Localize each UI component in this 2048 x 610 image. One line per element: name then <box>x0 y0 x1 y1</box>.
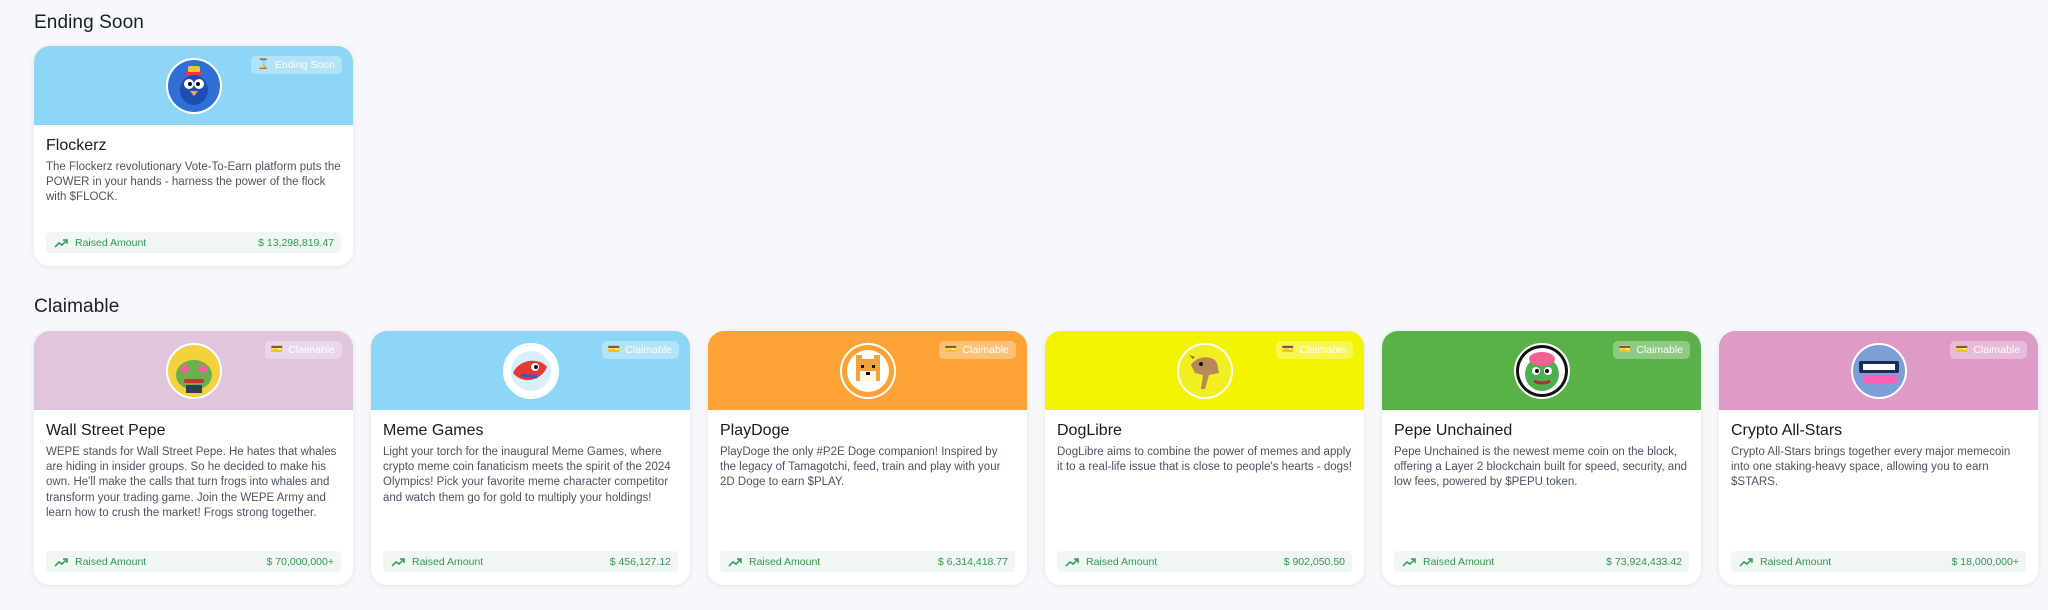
raised-amount-label: Raised Amount <box>1760 555 1832 568</box>
status-badge: 💳 Claimable <box>1612 341 1690 359</box>
raised-amount-label: Raised Amount <box>1086 555 1158 568</box>
wallet-icon: 💳 <box>944 344 958 355</box>
card-description: Pepe Unchained is the newest meme coin o… <box>1394 446 1687 489</box>
wallet-icon: 💳 <box>1955 344 1969 355</box>
project-card-flockerz-bird[interactable]: ⌛ Ending Soon Flockerz The Flockerz revo… <box>34 46 353 266</box>
raised-amount-label: Raised Amount <box>75 555 147 568</box>
card-description: Crypto All-Stars brings together every m… <box>1731 446 2011 489</box>
raised-amount-label: Raised Amount <box>412 555 484 568</box>
raised-amount-value: $ 18,000,000+ <box>1951 555 2019 568</box>
status-badge: ⌛ Ending Soon <box>251 56 342 74</box>
card-banner: 💳 Claimable <box>1719 331 2038 410</box>
raised-amount-bar: Raised Amount $ 456,127.12 <box>383 551 678 572</box>
wallet-icon: 💳 <box>1618 344 1632 355</box>
meme-games-logo <box>502 342 559 399</box>
project-card-pepe-unchained[interactable]: 💳 Claimable Pepe Unchained Pepe Unchaine… <box>1382 331 1701 585</box>
section-title-claimable: Claimable <box>34 296 120 317</box>
status-badge-label: Claimable <box>288 344 335 356</box>
card-banner: 💳 Claimable <box>1045 331 1364 410</box>
card-description: PlayDoge the only #P2E Doge companion! I… <box>720 446 1001 489</box>
card-title: DogLibre <box>1057 422 1122 439</box>
raised-amount-bar: Raised Amount $ 13,298,819.47 <box>46 232 341 253</box>
raised-amount-label: Raised Amount <box>75 236 147 249</box>
trending-up-icon <box>1402 557 1416 567</box>
status-badge-label: Claimable <box>1636 344 1683 356</box>
status-badge-label: Claimable <box>962 344 1009 356</box>
trending-up-icon <box>54 557 68 567</box>
status-badge-label: Claimable <box>625 344 672 356</box>
wallet-icon: 💳 <box>1281 344 1295 355</box>
wallet-icon: 💳 <box>607 344 621 355</box>
ending-soon-row: ⌛ Ending Soon Flockerz The Flockerz revo… <box>34 46 353 266</box>
raised-amount-value: $ 6,314,418.77 <box>937 555 1008 568</box>
raised-amount-bar: Raised Amount $ 902,050.50 <box>1057 551 1352 572</box>
raised-amount-bar: Raised Amount $ 18,000,000+ <box>1731 551 2026 572</box>
project-card-doglibre[interactable]: 💳 Claimable DogLibre DogLibre aims to co… <box>1045 331 1364 585</box>
wallet-icon: 💳 <box>270 344 284 355</box>
raised-amount-value: $ 13,298,819.47 <box>258 236 334 249</box>
hourglass-icon: ⌛ <box>257 59 270 70</box>
status-badge-label: Ending Soon <box>274 59 335 71</box>
card-title: Flockerz <box>46 137 107 154</box>
status-badge: 💳 Claimable <box>264 341 342 359</box>
trending-up-icon <box>728 557 742 567</box>
raised-amount-label: Raised Amount <box>1423 555 1495 568</box>
card-title: Crypto All-Stars <box>1731 422 1843 439</box>
raised-amount-label: Raised Amount <box>749 555 821 568</box>
raised-amount-value: $ 73,924,433.42 <box>1606 555 1682 568</box>
project-card-crypto-all-stars[interactable]: 💳 Claimable Crypto All-Stars Crypto All-… <box>1719 331 2038 585</box>
claimable-row: 💳 Claimable Wall Street Pepe WEPE stands… <box>34 331 2038 585</box>
card-banner: 💳 Claimable <box>34 331 353 410</box>
status-badge-label: Claimable <box>1299 344 1346 356</box>
trending-up-icon <box>1065 557 1079 567</box>
project-card-wall-street-pepe[interactable]: 💳 Claimable Wall Street Pepe WEPE stands… <box>34 331 353 585</box>
card-banner: 💳 Claimable <box>708 331 1027 410</box>
flockerz-bird-logo <box>165 57 222 114</box>
wall-street-pepe-logo <box>165 342 222 399</box>
card-title: Meme Games <box>383 422 484 439</box>
crypto-all-stars-logo <box>1850 342 1907 399</box>
card-banner: 💳 Claimable <box>371 331 690 410</box>
status-badge: 💳 Claimable <box>601 341 679 359</box>
raised-amount-value: $ 902,050.50 <box>1283 555 1345 568</box>
card-description: DogLibre aims to combine the power of me… <box>1057 446 1352 474</box>
pepe-unchained-logo <box>1513 342 1570 399</box>
status-badge-label: Claimable <box>1973 344 2020 356</box>
status-badge: 💳 Claimable <box>1949 341 2027 359</box>
card-title: Wall Street Pepe <box>46 422 166 439</box>
trending-up-icon <box>1739 557 1753 567</box>
raised-amount-bar: Raised Amount $ 6,314,418.77 <box>720 551 1015 572</box>
card-banner: ⌛ Ending Soon <box>34 46 353 125</box>
raised-amount-value: $ 70,000,000+ <box>266 555 334 568</box>
doglibre-logo <box>1176 342 1233 399</box>
card-banner: 💳 Claimable <box>1382 331 1701 410</box>
trending-up-icon <box>391 557 405 567</box>
project-card-playdoge[interactable]: 💳 Claimable PlayDoge PlayDoge the only #… <box>708 331 1027 585</box>
project-card-meme-games[interactable]: 💳 Claimable Meme Games Light your torch … <box>371 331 690 585</box>
status-badge: 💳 Claimable <box>1275 341 1353 359</box>
card-title: Pepe Unchained <box>1394 422 1513 439</box>
section-title-ending-soon: Ending Soon <box>34 12 144 33</box>
card-description: The Flockerz revolutionary Vote-To-Earn … <box>46 161 341 204</box>
playdoge-logo <box>839 342 896 399</box>
raised-amount-bar: Raised Amount $ 73,924,433.42 <box>1394 551 1689 572</box>
trending-up-icon <box>54 238 68 248</box>
status-badge: 💳 Claimable <box>938 341 1016 359</box>
raised-amount-value: $ 456,127.12 <box>609 555 671 568</box>
card-description: WEPE stands for Wall Street Pepe. He hat… <box>46 446 337 519</box>
raised-amount-bar: Raised Amount $ 70,000,000+ <box>46 551 341 572</box>
card-description: Light your torch for the inaugural Meme … <box>383 446 671 504</box>
card-title: PlayDoge <box>720 422 790 439</box>
